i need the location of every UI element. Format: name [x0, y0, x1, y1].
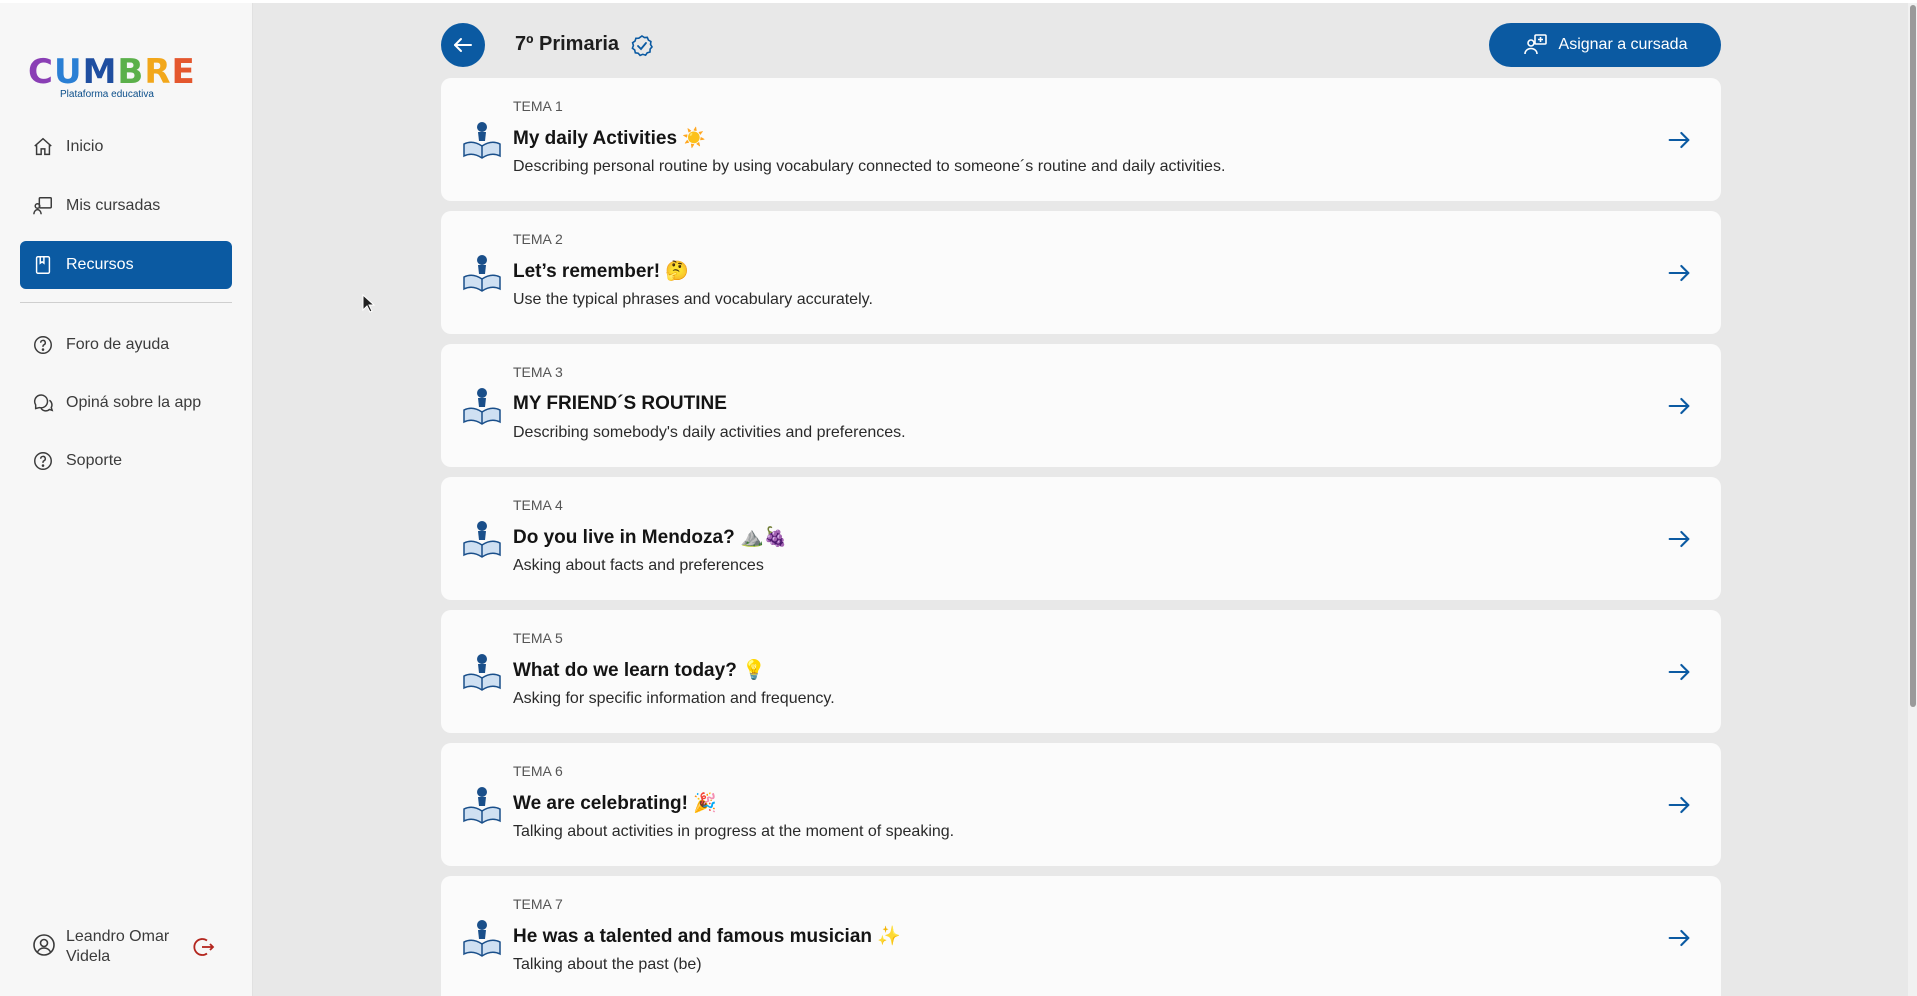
assign-button-label: Asignar a cursada — [1558, 36, 1688, 53]
scrollbar-thumb[interactable] — [1910, 5, 1916, 707]
topic-emoji: ☀️ — [682, 127, 706, 149]
topic-emoji: ⛰️🍇 — [739, 526, 788, 548]
topic-number: TEMA 1 — [513, 98, 563, 114]
topic-number: TEMA 4 — [513, 497, 563, 513]
arrow-right-icon[interactable] — [1665, 658, 1693, 686]
reader-book-icon — [461, 783, 503, 825]
topic-emoji: 🎉 — [693, 792, 717, 814]
arrow-right-icon[interactable] — [1665, 259, 1693, 287]
sidebar-item-recursos[interactable]: Recursos — [20, 241, 232, 289]
home-icon — [32, 136, 54, 158]
topic-number: TEMA 7 — [513, 896, 563, 912]
topic-emoji: 💡 — [742, 659, 766, 681]
logout-icon[interactable] — [192, 935, 216, 959]
sidebar-item-label: Inicio — [66, 138, 104, 155]
topic-number: TEMA 2 — [513, 231, 563, 247]
topic-number: TEMA 3 — [513, 364, 563, 380]
topic-description: Talking about activities in progress at … — [513, 823, 955, 840]
reader-book-icon — [461, 384, 503, 426]
assign-to-course-button[interactable]: Asignar a cursada — [1489, 23, 1721, 67]
topic-title: What do we learn today? 💡 — [513, 659, 766, 681]
arrow-right-icon[interactable] — [1665, 126, 1693, 154]
cumbre-logo[interactable]: C U M B R E Plataforma educativa — [28, 52, 195, 109]
topic-card-1[interactable]: TEMA 1 My daily Activities ☀️ Describing… — [441, 78, 1721, 201]
reader-book-icon — [461, 517, 503, 559]
logo-wordmark: C U M B R E — [28, 52, 195, 92]
sidebar-divider — [20, 302, 232, 303]
arrow-right-icon[interactable] — [1665, 525, 1693, 553]
topic-title: He was a talented and famous musician ✨ — [513, 925, 901, 947]
arrow-right-icon[interactable] — [1665, 791, 1693, 819]
topic-card-5[interactable]: TEMA 5 What do we learn today? 💡 Asking … — [441, 610, 1721, 733]
topic-title: We are celebrating! 🎉 — [513, 792, 717, 814]
topic-description: Describing personal routine by using voc… — [513, 158, 1226, 175]
help-circle-icon — [32, 450, 54, 472]
topic-card-2[interactable]: TEMA 2 Let’s remember! 🤔 Use the typical… — [441, 211, 1721, 334]
sidebar-item-opina[interactable]: Opiná sobre la app — [20, 379, 232, 427]
topic-number: TEMA 5 — [513, 630, 563, 646]
topic-title: Do you live in Mendoza? ⛰️🍇 — [513, 526, 788, 548]
topic-description: Describing somebody's daily activities a… — [513, 424, 906, 441]
arrow-right-icon[interactable] — [1665, 924, 1693, 952]
user-avatar-icon — [32, 933, 56, 962]
sidebar-item-inicio[interactable]: Inicio — [20, 123, 232, 171]
sidebar: C U M B R E Plataforma educativa Inicio … — [0, 3, 253, 996]
topic-card-6[interactable]: TEMA 6 We are celebrating! 🎉 Talking abo… — [441, 743, 1721, 866]
topic-card-3[interactable]: TEMA 3 MY FRIEND´S ROUTINE Describing so… — [441, 344, 1721, 467]
logo-letter: M — [82, 52, 118, 92]
sidebar-item-label: Opiná sobre la app — [66, 394, 202, 411]
topic-description: Use the typical phrases and vocabulary a… — [513, 291, 873, 308]
mouse-cursor-icon — [362, 293, 376, 314]
topic-title: MY FRIEND´S ROUTINE — [513, 393, 727, 414]
user-name: Leandro Omar Videla — [66, 928, 170, 965]
reader-book-icon — [461, 916, 503, 958]
course-title: 7º Primaria — [515, 33, 620, 55]
reader-book-icon — [461, 251, 503, 293]
topic-description: Asking for specific information and freq… — [513, 690, 835, 707]
topic-emoji: ✨ — [877, 925, 901, 947]
logo-letter: C — [28, 52, 54, 92]
logo-letter: B — [117, 52, 145, 92]
sidebar-item-foro-de-ayuda[interactable]: Foro de ayuda — [20, 321, 232, 369]
logo-letter: U — [53, 52, 83, 92]
back-button[interactable] — [441, 23, 485, 67]
sidebar-item-label: Foro de ayuda — [66, 336, 170, 353]
logo-letter: E — [171, 52, 196, 92]
classroom-icon — [32, 195, 54, 217]
verified-badge-icon — [630, 34, 654, 58]
logo-letter: R — [144, 52, 172, 92]
topic-card-7[interactable]: TEMA 7 He was a talented and famous musi… — [441, 876, 1721, 996]
sidebar-item-mis-cursadas[interactable]: Mis cursadas — [20, 182, 232, 230]
topic-card-4[interactable]: TEMA 4 Do you live in Mendoza? ⛰️🍇 Askin… — [441, 477, 1721, 600]
chat-bubbles-icon — [32, 392, 54, 414]
topic-description: Asking about facts and preferences — [513, 557, 764, 574]
assign-user-icon — [1523, 33, 1549, 57]
topic-title: Let’s remember! 🤔 — [513, 260, 690, 282]
sidebar-item-soporte[interactable]: Soporte — [20, 437, 232, 485]
help-circle-icon — [32, 334, 54, 356]
topic-description: Talking about the past (be) — [513, 956, 702, 973]
sidebar-item-label: Recursos — [66, 256, 134, 273]
topic-number: TEMA 6 — [513, 763, 563, 779]
book-icon — [32, 254, 54, 276]
topic-emoji: 🤔 — [665, 260, 690, 282]
sidebar-item-label: Mis cursadas — [66, 197, 161, 214]
reader-book-icon — [461, 118, 503, 160]
arrow-right-icon[interactable] — [1665, 392, 1693, 420]
arrow-left-icon — [454, 38, 472, 52]
window-top-edge — [0, 0, 1917, 3]
reader-book-icon — [461, 650, 503, 692]
sidebar-item-label: Soporte — [66, 452, 123, 469]
topic-title: My daily Activities ☀️ — [513, 127, 706, 149]
